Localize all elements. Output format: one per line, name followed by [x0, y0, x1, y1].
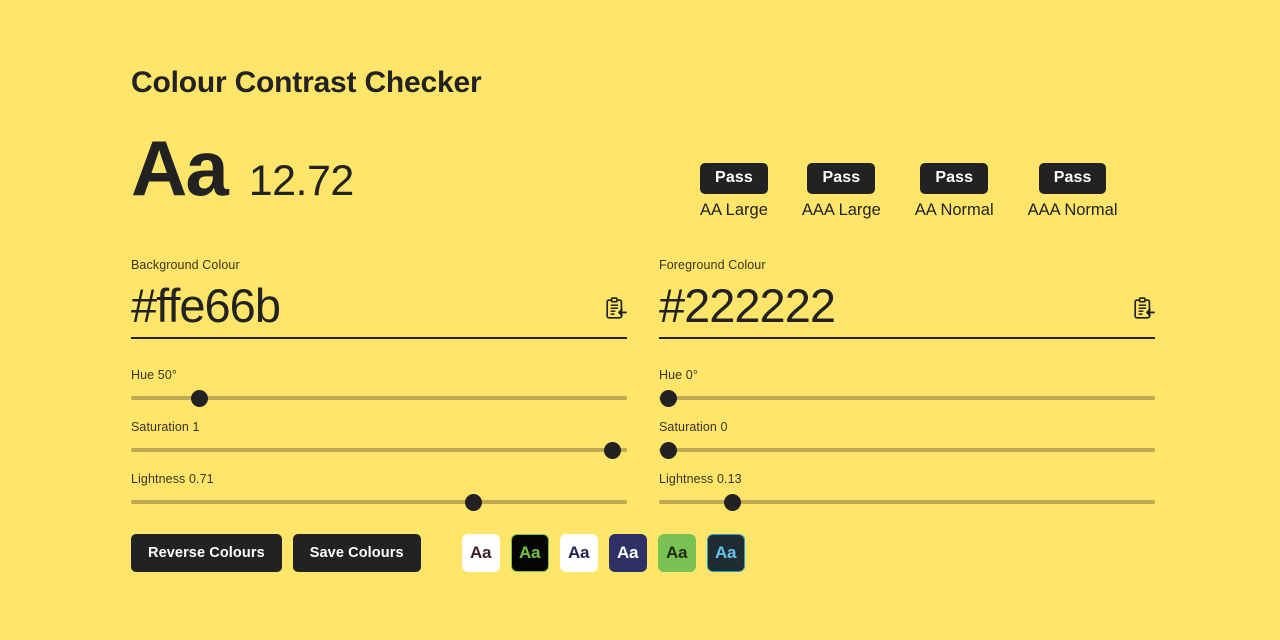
foreground-sliders: Hue 0° Saturation 0 Lightness 0.13: [659, 368, 1155, 512]
foreground-hue-slider-block: Hue 0°: [659, 368, 1155, 408]
background-sliders: Hue 50° Saturation 1 Lightness 0.71: [131, 368, 627, 512]
compliance-item-aa-large: Pass AA Large: [700, 163, 768, 220]
slider-rail: [659, 448, 1155, 453]
foreground-hex-field-row: [659, 277, 1155, 340]
compliance-label: AAA Normal: [1027, 201, 1118, 219]
foreground-colour-label: Foreground Colour: [659, 258, 766, 272]
foreground-lightness-slider[interactable]: [659, 494, 1155, 512]
background-colour-label: Background Colour: [131, 258, 240, 272]
foreground-saturation-slider-block: Saturation 0: [659, 420, 1155, 460]
page-title: Colour Contrast Checker: [131, 66, 482, 99]
colour-contrast-checker-app: Colour Contrast Checker Aa 12.72 Pass AA…: [0, 0, 1280, 640]
compliance-label: AA Normal: [914, 201, 994, 219]
compliance-item-aa-normal: Pass AA Normal: [915, 163, 994, 220]
status-badge: Pass: [920, 163, 989, 194]
background-hue-slider-block: Hue 50°: [131, 368, 627, 408]
contrast-ratio-value: 12.72: [248, 157, 355, 205]
background-colour-panel: Background Colour #ffe66b Hue 50° Satura…: [131, 256, 627, 512]
saved-swatch[interactable]: Aa: [657, 534, 696, 572]
slider-thumb[interactable]: [723, 494, 741, 512]
foreground-saturation-slider[interactable]: [659, 442, 1155, 460]
background-saturation-slider-block: Saturation 1: [131, 420, 627, 460]
slider-thumb[interactable]: [464, 494, 482, 512]
status-badge: Pass: [1038, 163, 1107, 194]
saved-swatch[interactable]: Aa: [510, 534, 549, 572]
background-lightness-slider[interactable]: [131, 494, 627, 512]
contrast-preview: Aa 12.72: [131, 124, 355, 212]
foreground-hex-input[interactable]: [659, 277, 1079, 335]
slider-thumb[interactable]: [660, 442, 678, 460]
slider-rail: [131, 500, 627, 505]
background-hex-field-row: [131, 277, 627, 340]
clipboard-paste-icon: [1133, 297, 1155, 324]
saved-swatch[interactable]: Aa: [608, 534, 647, 572]
clipboard-paste-icon: [605, 297, 627, 324]
compliance-label: AA Large: [700, 201, 768, 219]
slider-rail: [659, 396, 1155, 401]
foreground-hue-label: Hue 0°: [659, 368, 698, 383]
background-lightness-slider-block: Lightness 0.71: [131, 472, 627, 512]
background-hue-label: Hue 50°: [131, 368, 178, 383]
foreground-paste-button[interactable]: [1133, 297, 1155, 334]
foreground-saturation-label: Saturation 0: [659, 420, 728, 435]
slider-thumb[interactable]: [660, 390, 678, 408]
compliance-item-aaa-normal: Pass AAA Normal: [1028, 163, 1118, 220]
foreground-colour-panel: Foreground Colour #222222 Hue 0° Saturat…: [659, 256, 1155, 512]
status-badge: Pass: [807, 163, 876, 194]
background-paste-button[interactable]: [605, 297, 627, 334]
compliance-item-aaa-large: Pass AAA Large: [802, 163, 881, 220]
background-saturation-slider[interactable]: [131, 442, 627, 460]
compliance-label: AAA Large: [801, 201, 881, 219]
foreground-hue-slider[interactable]: [659, 390, 1155, 408]
save-colours-button[interactable]: Save Colours: [292, 534, 421, 572]
slider-thumb[interactable]: [191, 390, 209, 408]
background-hex-input[interactable]: [131, 277, 551, 335]
saved-swatch[interactable]: Aa: [706, 534, 745, 572]
slider-rail: [131, 448, 627, 453]
reverse-colours-button[interactable]: Reverse Colours: [131, 534, 282, 572]
compliance-badges: Pass AA Large Pass AAA Large Pass AA Nor…: [700, 163, 1118, 220]
status-badge: Pass: [700, 163, 768, 194]
saved-swatch[interactable]: Aa: [559, 534, 598, 572]
action-bar: Reverse Colours Save Colours Aa Aa Aa Aa…: [131, 534, 745, 572]
foreground-lightness-slider-block: Lightness 0.13: [659, 472, 1155, 512]
foreground-lightness-label: Lightness 0.13: [659, 472, 742, 487]
preview-sample-text: Aa: [131, 124, 229, 212]
slider-thumb[interactable]: [603, 442, 621, 460]
background-hue-slider[interactable]: [131, 390, 627, 408]
saved-swatches: Aa Aa Aa Aa Aa Aa: [461, 534, 745, 572]
background-saturation-label: Saturation 1: [131, 420, 200, 435]
background-lightness-label: Lightness 0.71: [131, 472, 214, 487]
saved-swatch[interactable]: Aa: [461, 534, 500, 572]
